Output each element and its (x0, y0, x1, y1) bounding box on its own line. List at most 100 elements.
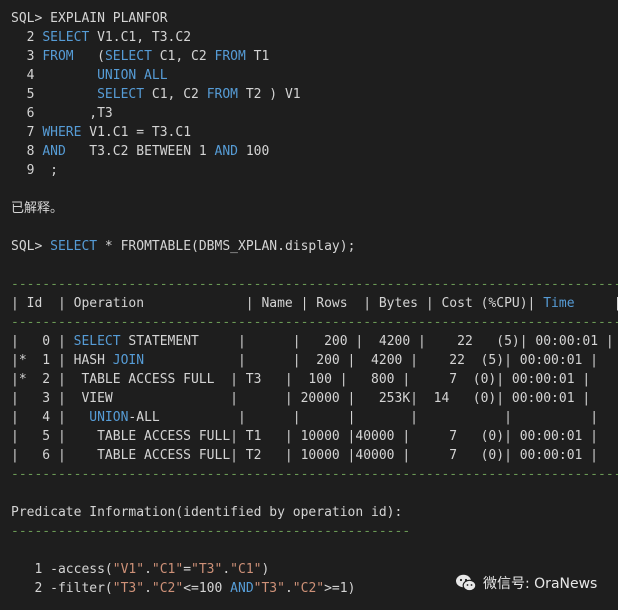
output-line: | 3 | VIEW | | 20000 | 253K| 14 (0)| 00:… (11, 389, 590, 408)
sql-keyword: SELECT (42, 30, 90, 45)
output-line: 9 ; (11, 161, 58, 180)
output-text: >=1) (324, 581, 356, 596)
string-literal: "T3" (112, 581, 145, 596)
string-literal: "V1" (112, 562, 145, 577)
output-text: ) (261, 562, 270, 577)
output-line: |* 1 | HASH JOIN | | 200 | 4200 | 22 (5)… (11, 351, 598, 370)
output-text: -ALL | | | | | | (128, 410, 599, 425)
output-text: ----------------------------------------… (11, 524, 411, 539)
output-line: ----------------------------------------… (11, 313, 618, 332)
output-text: * FROMTABLE(DBMS_XPLAN.display); (97, 239, 356, 254)
sql-keyword: FROM (214, 49, 246, 64)
output-line: 5 SELECT C1, C2 FROM T2 ) V1 (11, 85, 301, 104)
output-text: C1, C2 (144, 87, 207, 102)
output-line: Predicate Information(identified by oper… (11, 503, 402, 522)
output-text: | 0 | (11, 334, 74, 349)
output-line: 8 AND T3.C2 BETWEEN 1 AND 100 (11, 142, 270, 161)
output-text: | 5 | TABLE ACCESS FULL| T1 | 10000 |400… (11, 429, 598, 444)
output-text: | 6 | TABLE ACCESS FULL| T2 | 10000 |400… (11, 448, 598, 463)
output-text: 3 (11, 49, 43, 64)
wechat-icon (456, 574, 477, 592)
output-text: . (144, 581, 152, 596)
string-literal: "C1" (151, 562, 184, 577)
output-text: ----------------------------------------… (11, 467, 618, 482)
output-text: |* 1 | HASH (11, 353, 113, 368)
output-text: 4 (11, 68, 98, 83)
string-literal: "T3" (191, 562, 223, 577)
output-text: STATEMENT | | 200 | 4200 | 22 (5)| 00:00… (120, 334, 614, 349)
output-line: 4 UNION ALL (11, 66, 168, 85)
output-text: T1 (245, 49, 270, 64)
output-text: . (284, 581, 293, 596)
output-line: 7 WHERE V1.C1 = T3.C1 (11, 123, 191, 142)
sql-keyword: SELECT (50, 239, 98, 254)
output-text: 已解释。 (11, 201, 64, 216)
sql-keyword: UNION ALL (97, 68, 168, 83)
output-text: 9 ; (11, 163, 58, 178)
output-line: | Id | Operation | Name | Rows | Bytes |… (11, 294, 618, 313)
output-text: 2 (11, 30, 43, 45)
output-line: 2 SELECT V1.C1, T3.C2 (11, 28, 191, 47)
sql-keyword: UNION (89, 410, 129, 425)
output-text: V1.C1, T3.C2 (89, 30, 192, 45)
output-text: T2 ) V1 (238, 87, 301, 102)
output-line: |* 2 | TABLE ACCESS FULL | T3 | 100 | 80… (11, 370, 590, 389)
output-line: ----------------------------------------… (11, 465, 618, 484)
output-text: . (222, 562, 231, 577)
output-text: . (144, 562, 152, 577)
output-line: ----------------------------------------… (11, 275, 618, 294)
output-line: | 6 | TABLE ACCESS FULL| T2 | 10000 |400… (11, 446, 598, 465)
output-text: | 4 | (11, 410, 90, 425)
output-line: 已解释。 (11, 199, 63, 218)
output-text: V1.C1 = T3.C1 (81, 125, 192, 140)
output-line: 6 ,T3 (11, 104, 113, 123)
string-literal: "T3" (253, 581, 285, 596)
output-text: 2 -filter( (11, 581, 113, 596)
output-line: | 0 | SELECT STATEMENT | | 200 | 4200 | … (11, 332, 614, 351)
output-line: 1 -access("V1"."C1"="T3"."C1") (11, 560, 269, 579)
sql-keyword: SELECT (73, 334, 121, 349)
string-literal: "C1" (230, 562, 262, 577)
output-line: | 5 | TABLE ACCESS FULL| T1 | 10000 |400… (11, 427, 598, 446)
output-line: 3 FROM (SELECT C1, C2 FROM T1 (11, 47, 270, 66)
output-text: ( (73, 49, 105, 64)
output-line: SQL> SELECT * FROMTABLE(DBMS_XPLAN.displ… (11, 237, 355, 256)
watermark-text: 微信号: OraNews (483, 576, 598, 592)
sql-keyword: JOIN (112, 353, 145, 368)
string-literal: "C2" (292, 581, 325, 596)
wechat-watermark: 微信号: OraNews (455, 572, 597, 594)
sql-keyword: AND (230, 581, 254, 596)
output-text: C1, C2 (151, 49, 215, 64)
sql-terminal-output: SQL> EXPLAIN PLANFOR 2 SELECT V1.C1, T3.… (0, 0, 618, 610)
output-text: | (574, 296, 618, 311)
output-text: = (183, 562, 192, 577)
string-literal: "C2" (151, 581, 184, 596)
output-line: SQL> EXPLAIN PLANFOR (11, 9, 168, 28)
sql-keyword: FROM (42, 49, 74, 64)
output-text: <=100 (183, 581, 231, 596)
output-text: 8 (11, 144, 43, 159)
output-text: | 3 | VIEW | | 20000 | 253K| 14 (0)| 00:… (11, 391, 591, 406)
sql-keyword: AND (214, 144, 238, 159)
output-text: Predicate Information(identified by oper… (11, 505, 403, 520)
output-line: 2 -filter("T3"."C2"<=100 AND"T3"."C2">=1… (11, 579, 355, 598)
output-text: | Id | Operation | Name | Rows | Bytes |… (11, 296, 544, 311)
output-text: 7 (11, 125, 43, 140)
output-line: | 4 | UNION-ALL | | | | | | (11, 408, 598, 427)
output-text: 100 (238, 144, 270, 159)
output-text: 1 -access( (11, 562, 113, 577)
sql-keyword: SELECT (97, 87, 145, 102)
output-text: T3.C2 BETWEEN 1 (65, 144, 215, 159)
output-text: ----------------------------------------… (11, 315, 618, 330)
output-line: ----------------------------------------… (11, 522, 410, 541)
output-text: | | 200 | 4200 | 22 (5)| 00:00:01 | (144, 353, 599, 368)
sql-keyword: Time (543, 296, 575, 311)
output-text: 6 ,T3 (11, 106, 113, 121)
output-text: SQL> EXPLAIN PLANFOR (11, 11, 168, 26)
output-text: SQL> (11, 239, 51, 254)
sql-keyword: AND (42, 144, 66, 159)
sql-keyword: SELECT (104, 49, 152, 64)
output-text: ----------------------------------------… (11, 277, 618, 292)
sql-keyword: WHERE (42, 125, 82, 140)
output-text: 5 (11, 87, 98, 102)
